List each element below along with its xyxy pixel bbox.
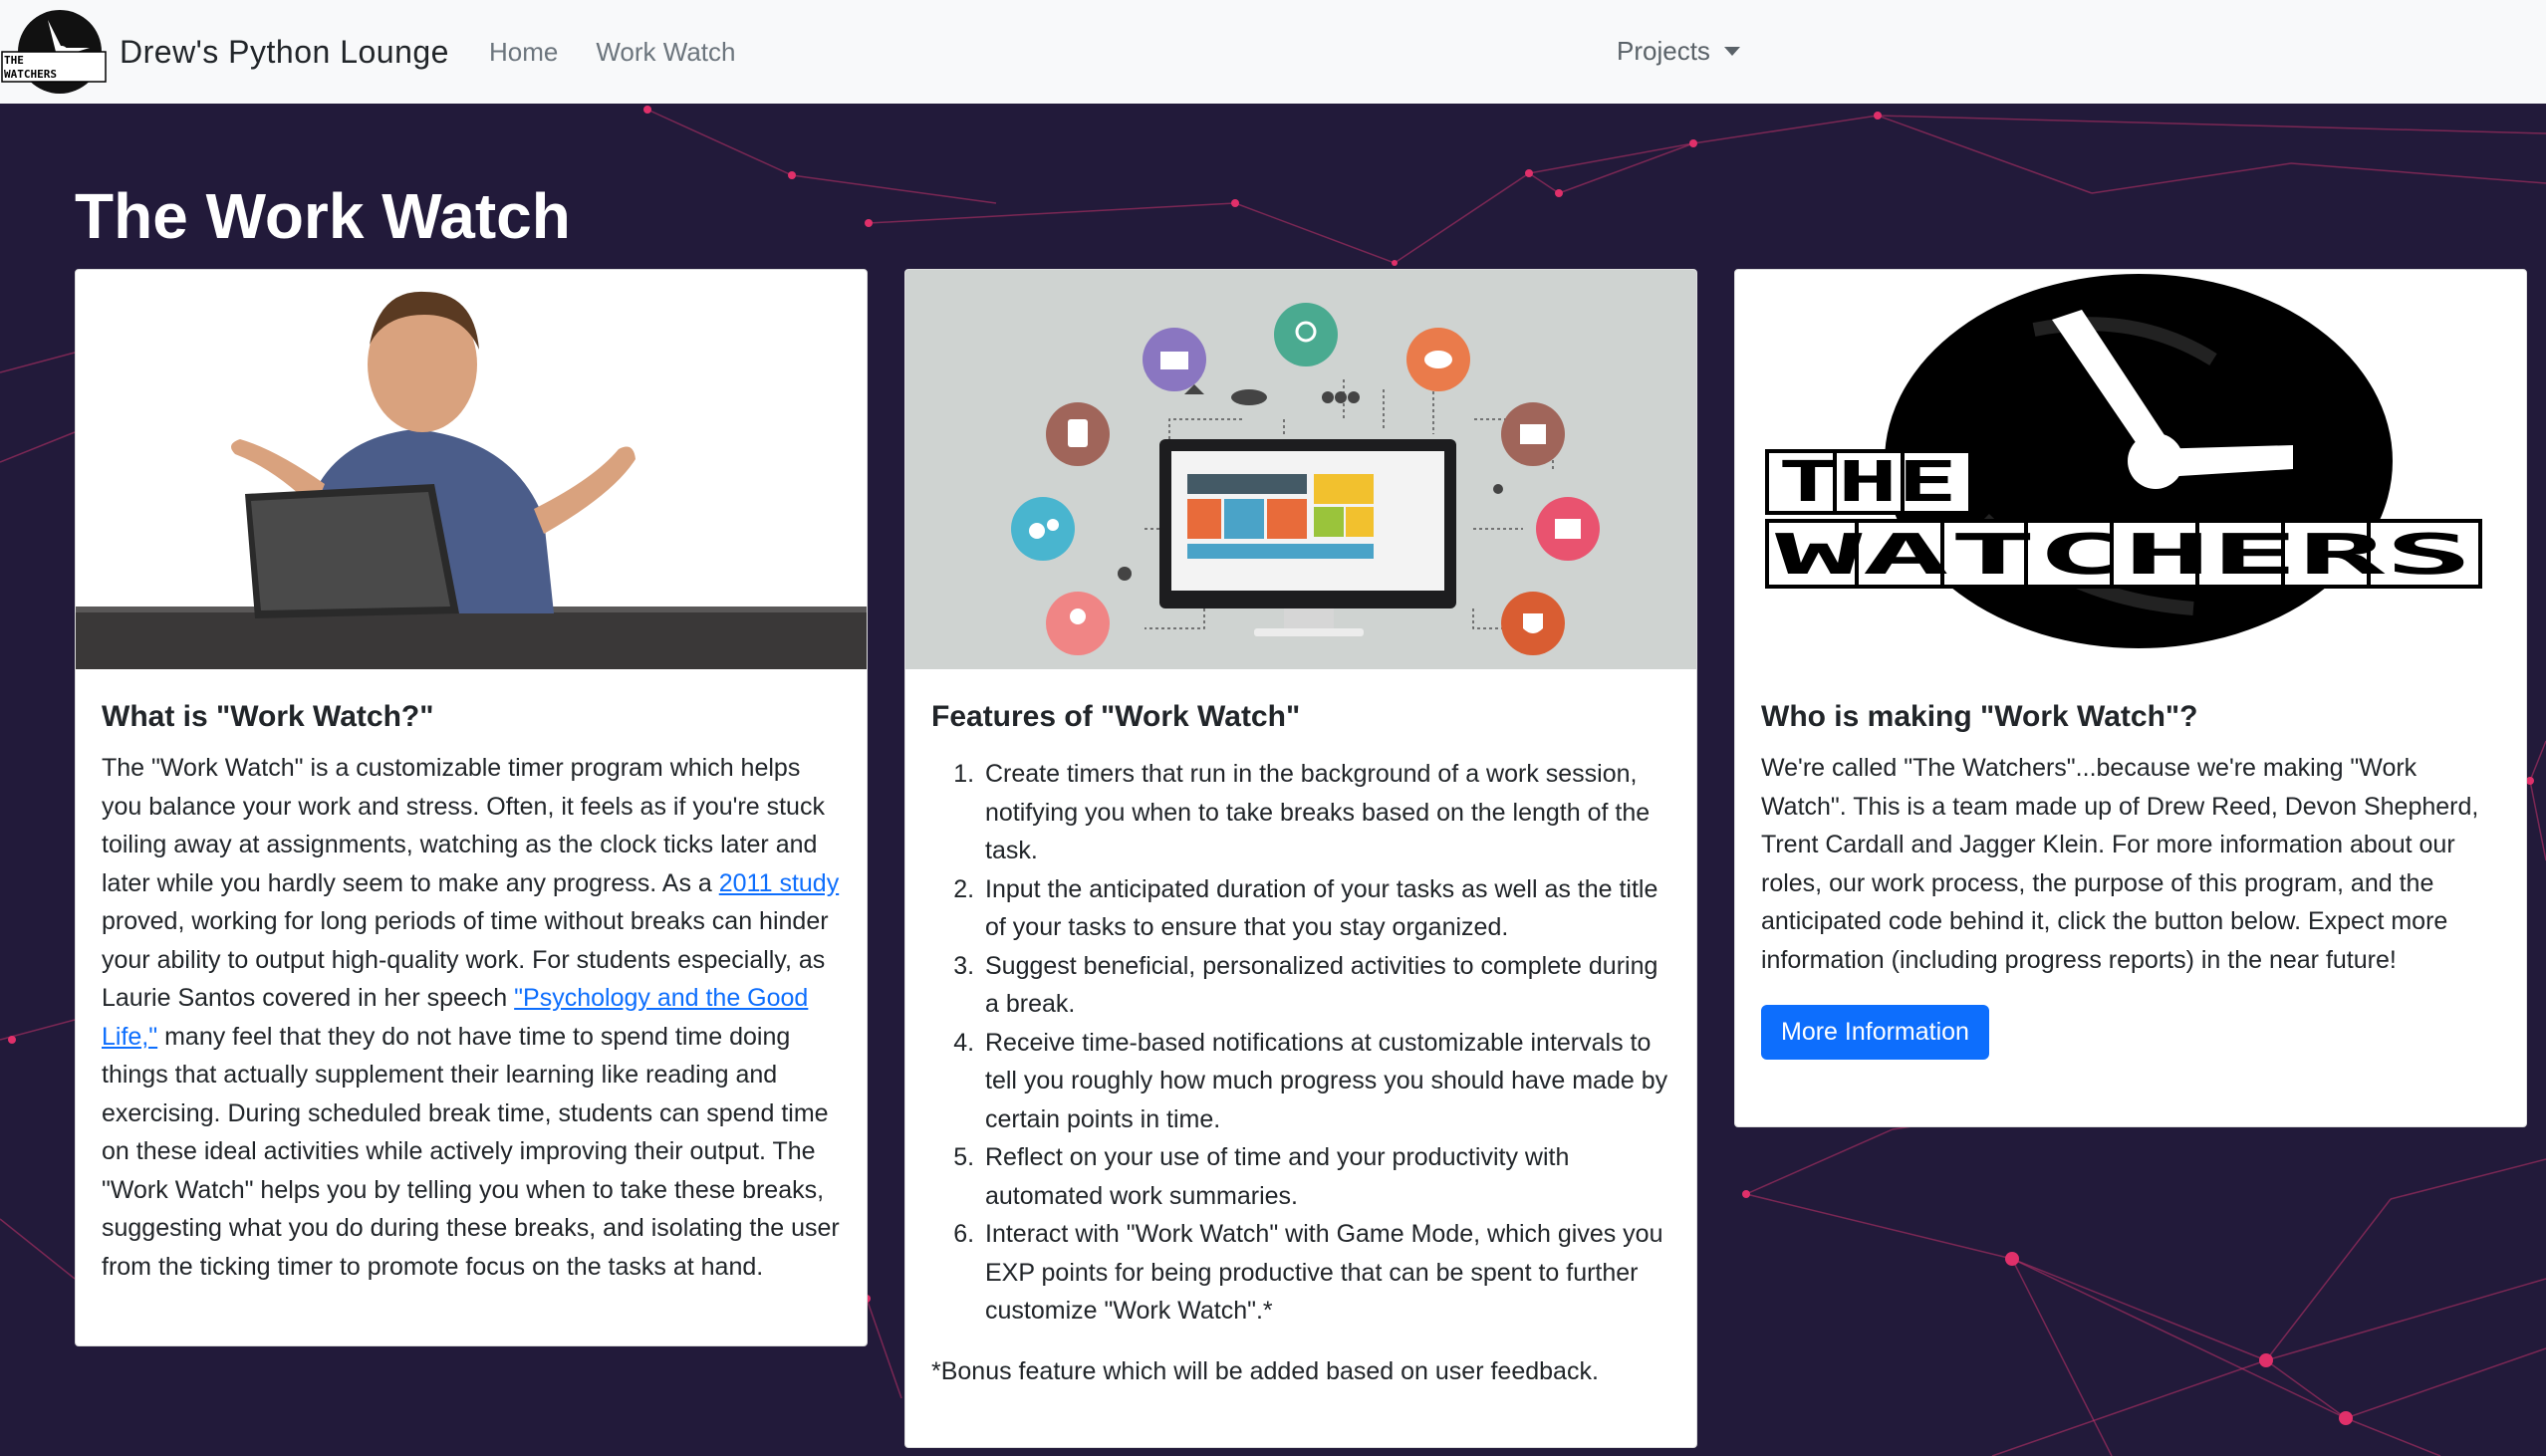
card-who-is-making-title: Who is making "Work Watch"?: [1761, 700, 2198, 733]
card-features: Features of "Work Watch" Create timers t…: [904, 269, 1697, 1448]
watchers-logo-icon[interactable]: THE WATCHERS: [0, 8, 108, 96]
list-item: Create timers that run in the background…: [981, 755, 1670, 870]
features-footnote: *Bonus feature which will be added based…: [931, 1356, 1599, 1385]
logo-text-the: THE: [1778, 450, 1957, 515]
features-list: Create timers that run in the background…: [931, 755, 1670, 1331]
features-illustration-image: [905, 270, 1696, 669]
more-information-button[interactable]: More Information: [1761, 1005, 1989, 1060]
brand-name[interactable]: Drew's Python Lounge: [120, 34, 449, 71]
frustrated-man-image: [76, 270, 867, 669]
card-features-title: Features of "Work Watch": [931, 700, 1301, 733]
list-item: Input the anticipated duration of your t…: [981, 870, 1670, 947]
list-item: Reflect on your use of time and your pro…: [981, 1138, 1670, 1215]
card-what-is-text-part-1: The "Work Watch" is a customizable timer…: [102, 754, 825, 897]
brand[interactable]: THE WATCHERS Drew's Python Lounge: [0, 8, 449, 96]
link-2011-study[interactable]: 2011 study: [719, 869, 839, 897]
list-item: Interact with "Work Watch" with Game Mod…: [981, 1215, 1670, 1331]
nav-link-home[interactable]: Home: [489, 37, 558, 68]
card-what-is-text-part-3: many feel that they do not have time to …: [102, 1022, 840, 1281]
list-item: Receive time-based notifications at cust…: [981, 1024, 1670, 1139]
card-what-is-title: What is "Work Watch?": [102, 700, 434, 733]
card-what-is-text: The "Work Watch" is a customizable timer…: [102, 749, 841, 1286]
card-what-is: What is "Work Watch?" The "Work Watch" i…: [75, 269, 868, 1346]
logo-text-watchers: WATCHERS: [1775, 523, 2472, 588]
projects-dropdown[interactable]: Projects: [1617, 36, 1740, 67]
chevron-down-icon: [1723, 47, 1740, 56]
logo-text-bottom: WATCHERS: [4, 68, 57, 81]
navbar: THE WATCHERS Drew's Python Lounge Home W…: [0, 0, 2546, 104]
nav-link-work-watch[interactable]: Work Watch: [596, 37, 735, 68]
card-who-is-making-text: We're called "The Watchers"...because we…: [1761, 754, 2479, 974]
projects-dropdown-label: Projects: [1617, 36, 1710, 66]
logo-text-top: THE: [4, 54, 24, 67]
list-item: Suggest beneficial, personalized activit…: [981, 947, 1670, 1024]
card-who-is-making: THE WATCHERS Who is making "Work Watch"?…: [1734, 269, 2527, 1127]
watchers-logo-image: THE WATCHERS: [1735, 270, 2526, 669]
page-title: The Work Watch: [75, 180, 571, 252]
